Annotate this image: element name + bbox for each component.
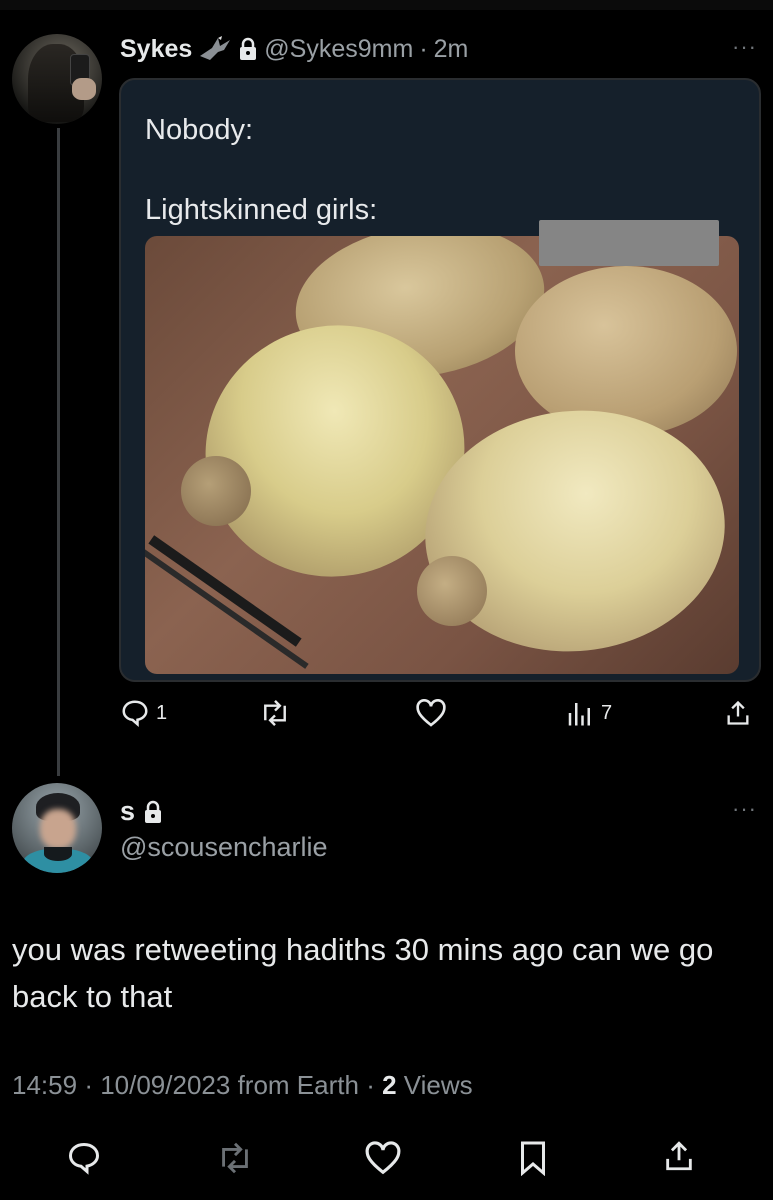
views-button[interactable]: 7 <box>565 698 612 728</box>
bookmark-icon <box>521 1141 545 1176</box>
reply-retweet-button[interactable] <box>215 1140 255 1176</box>
tweet-media-image[interactable]: Nobody: Lightskinned girls: <box>119 78 761 682</box>
bookmark-button[interactable] <box>518 1140 548 1176</box>
reply-reply-button[interactable] <box>66 1140 102 1176</box>
eagle-emoji-icon <box>200 36 231 60</box>
reply-icon <box>122 700 148 728</box>
tweet-header: Sykes @Sykes9mm · 2m <box>120 31 468 67</box>
tweet-date[interactable]: 10/09/2023 <box>100 1070 230 1100</box>
views-label: Views <box>403 1070 473 1100</box>
views-count: 7 <box>601 701 613 724</box>
heart-icon <box>365 1141 401 1175</box>
display-name[interactable]: Sykes <box>120 35 192 64</box>
reply-more-options-button[interactable]: ··· <box>732 796 757 822</box>
reply-like-button[interactable] <box>364 1140 402 1176</box>
thread-connector-line <box>57 128 60 776</box>
tweet-meta: 14:59 · 10/09/2023 from Earth · 2 Views <box>12 1070 473 1100</box>
lock-icon <box>240 37 257 60</box>
analytics-icon <box>568 703 590 726</box>
tweet-time[interactable]: 2m <box>434 35 469 64</box>
like-button[interactable] <box>415 698 447 728</box>
avatar-scousencharlie[interactable] <box>12 783 102 873</box>
share-button[interactable] <box>724 698 752 728</box>
reply-icon <box>68 1142 100 1175</box>
meme-caption-1: Nobody: <box>145 114 254 146</box>
views-number: 2 <box>382 1070 397 1100</box>
retweet-icon <box>222 1142 248 1174</box>
potato-photo <box>145 236 739 674</box>
reply-share-button[interactable] <box>662 1138 696 1174</box>
meme-caption-2: Lightskinned girls: <box>145 194 378 226</box>
reply-handle[interactable]: @scousencharlie <box>120 832 328 863</box>
avatar-sykes[interactable] <box>12 34 102 124</box>
more-options-button[interactable]: ··· <box>732 34 757 60</box>
redaction-box <box>539 220 719 266</box>
separator-dot: · <box>419 34 428 63</box>
reply-action-bar <box>0 1136 773 1176</box>
share-icon <box>727 700 749 725</box>
reply-text: you was retweeting hadiths 30 mins ago c… <box>12 932 714 1014</box>
handle[interactable]: @Sykes9mm <box>264 35 413 64</box>
tweet-action-bar: 1 7 <box>0 696 773 730</box>
lock-icon <box>145 800 162 823</box>
share-icon <box>666 1141 692 1171</box>
retweet-button[interactable] <box>258 698 292 728</box>
status-strip <box>0 0 773 10</box>
retweet-icon <box>264 699 286 727</box>
heart-icon <box>416 699 446 727</box>
reply-header: s <box>120 796 163 827</box>
reply-display-name[interactable]: s <box>120 796 135 827</box>
reply-button[interactable]: 1 <box>120 698 167 728</box>
reply-count: 1 <box>156 701 168 724</box>
tweet-source: from Earth <box>237 1070 359 1100</box>
tweet-timestamp[interactable]: 14:59 <box>12 1070 77 1100</box>
